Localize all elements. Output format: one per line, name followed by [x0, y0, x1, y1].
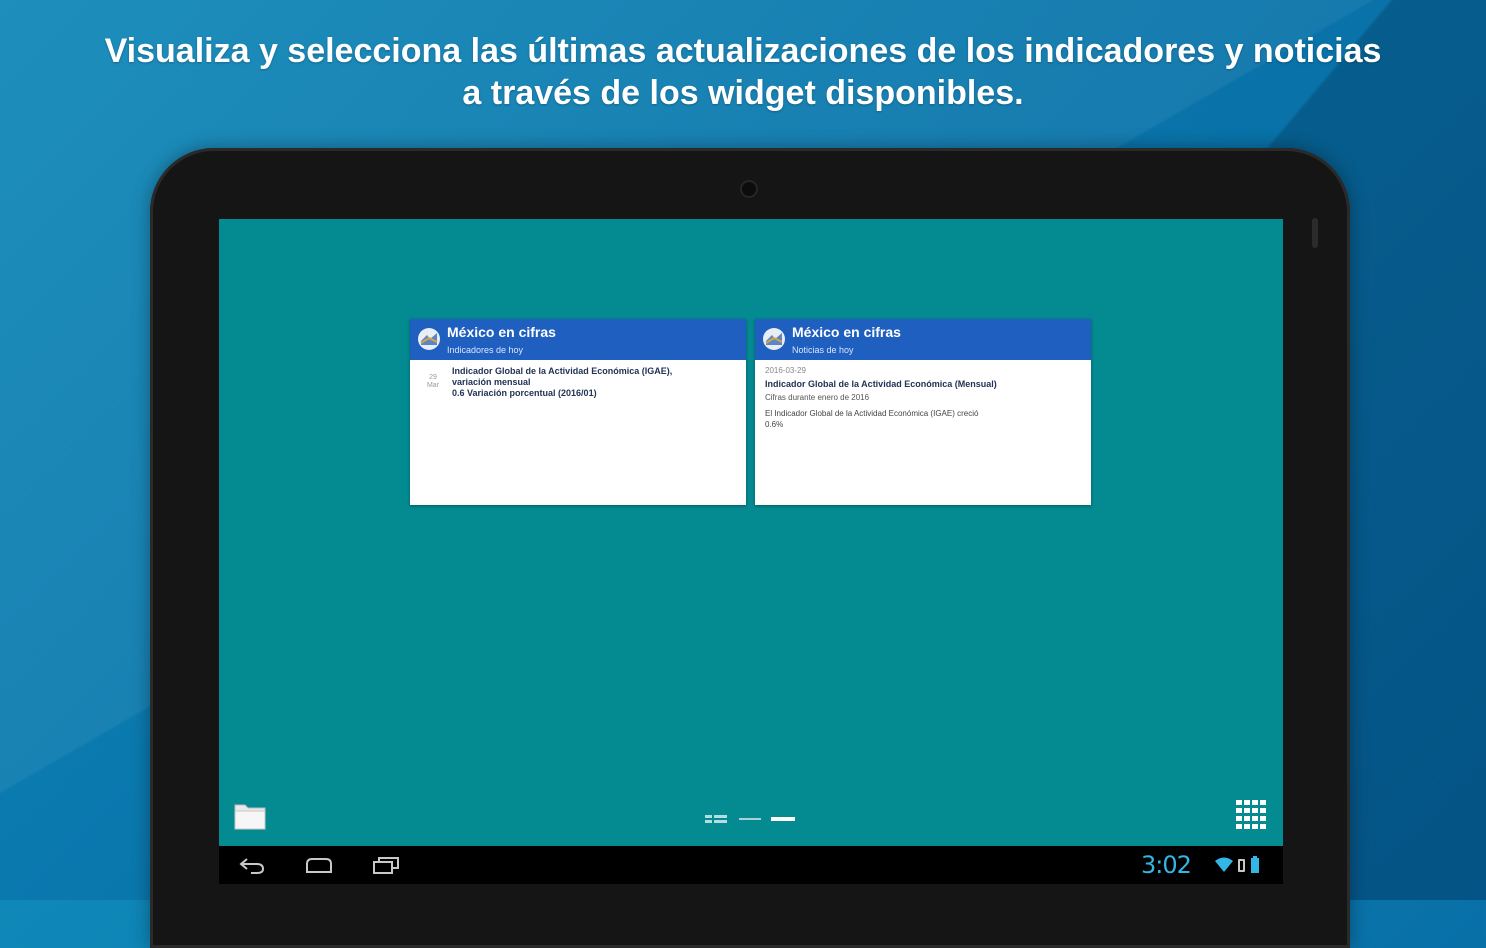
side-button	[1312, 218, 1318, 248]
folder-icon[interactable]	[233, 799, 267, 831]
headline: Visualiza y selecciona las últimas actua…	[60, 30, 1426, 114]
indicator-item[interactable]: Indicador Global de la Actividad Económi…	[452, 366, 736, 399]
date-day: 29	[429, 374, 437, 381]
widget-body: 29 Mar Indicador Global de la Actividad …	[410, 360, 746, 405]
widget-title: México en cifras	[792, 324, 901, 340]
indicator-value: 0.6 Variación porcentual (2016/01)	[452, 388, 597, 398]
news-text-line-2: 0.6%	[765, 420, 784, 429]
wifi-icon	[1215, 857, 1233, 872]
widget-header: México en cifras Indicadores de hoy	[410, 319, 746, 360]
indicator-name: Indicador Global de la Actividad Económi…	[452, 366, 673, 376]
indicator-name-cont: variación mensual	[452, 377, 531, 387]
recent-apps-icon[interactable]	[371, 854, 401, 876]
indicator-date: 29 Mar	[424, 374, 442, 390]
camera	[742, 182, 756, 196]
date-month: Mar	[426, 382, 440, 389]
tablet-frame: México en cifras Indicadores de hoy 29 M…	[150, 148, 1350, 948]
page-indicator[interactable]	[705, 811, 797, 827]
news-text-line-1: El Indicador Global de la Actividad Econ…	[765, 409, 979, 418]
battery-icon	[1251, 858, 1259, 873]
widget-body[interactable]: 2016-03-29 Indicador Global de la Activi…	[755, 360, 1091, 436]
widget-news[interactable]: México en cifras Noticias de hoy 2016-03…	[755, 319, 1091, 505]
back-icon[interactable]	[237, 854, 267, 876]
app-logo-icon	[418, 328, 440, 350]
headline-line-1: Visualiza y selecciona las últimas actua…	[104, 32, 1382, 70]
widget-title: México en cifras	[447, 324, 556, 340]
news-subheadline: Cifras durante enero de 2016	[765, 393, 870, 402]
headline-line-2: a través de los widget disponibles.	[462, 74, 1024, 112]
system-navbar: 3:02	[219, 846, 1283, 884]
news-headline[interactable]: Indicador Global de la Actividad Económi…	[765, 379, 1081, 389]
app-logo-icon	[763, 328, 785, 350]
widget-subtitle: Noticias de hoy	[792, 345, 854, 355]
home-icon[interactable]	[303, 854, 335, 876]
news-date: 2016-03-29	[765, 366, 806, 375]
home-screen[interactable]: México en cifras Indicadores de hoy 29 M…	[219, 219, 1283, 884]
status-clock[interactable]: 3:02	[1141, 851, 1192, 879]
news-text: El Indicador Global de la Actividad Econ…	[765, 408, 1081, 430]
widget-subtitle: Indicadores de hoy	[447, 345, 524, 355]
app-grid-icon[interactable]	[1235, 799, 1269, 831]
widget-header: México en cifras Noticias de hoy	[755, 319, 1091, 360]
widget-indicators[interactable]: México en cifras Indicadores de hoy 29 M…	[410, 319, 746, 505]
status-icons[interactable]	[1213, 855, 1273, 875]
